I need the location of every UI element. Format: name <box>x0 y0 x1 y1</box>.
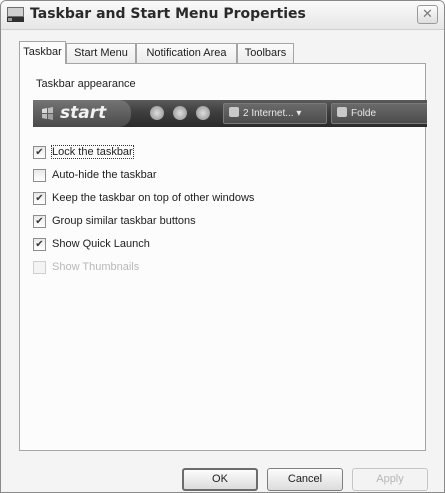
taskbar-appearance-label: Taskbar appearance <box>36 78 136 90</box>
folder-icon <box>337 107 347 117</box>
taskbar-app-icon <box>7 7 24 22</box>
taskbar-button-label: Folde <box>351 108 377 119</box>
taskbar-button-internet: 2 Internet... ▾ <box>223 103 327 124</box>
browser-icon <box>173 106 187 120</box>
window-title: Taskbar and Start Menu Properties <box>30 6 306 22</box>
windows-flag-icon <box>42 107 53 120</box>
option-label: Show Thumbnails <box>52 261 140 273</box>
show-thumbnails-checkbox <box>33 261 46 274</box>
tab-toolbars[interactable]: Toolbars <box>237 43 294 63</box>
option-label: Lock the taskbar <box>51 145 134 159</box>
close-icon: ✕ <box>422 7 433 22</box>
ie-icon <box>229 107 239 117</box>
group-buttons-checkbox[interactable]: ✔ <box>33 215 46 228</box>
option-label: Auto-hide the taskbar <box>52 169 157 181</box>
option-label: Show Quick Launch <box>52 238 150 250</box>
taskbar-preview: start 2 Internet... ▾ Folde <box>33 100 427 127</box>
auto-hide-checkbox[interactable] <box>33 169 46 182</box>
taskbar-button-folder: Folde <box>331 103 427 124</box>
tab-notification-area[interactable]: Notification Area <box>136 43 237 63</box>
show-desktop-icon <box>150 106 164 120</box>
show-quick-launch-checkbox[interactable]: ✔ <box>33 238 46 251</box>
start-label: start <box>60 103 107 123</box>
tab-start-menu[interactable]: Start Menu <box>66 43 136 63</box>
properties-dialog: Taskbar and Start Menu Properties ✕ Task… <box>0 0 445 493</box>
media-icon <box>196 106 210 120</box>
title-bar[interactable]: Taskbar and Start Menu Properties ✕ <box>1 1 444 30</box>
apply-button: Apply <box>352 468 428 491</box>
start-button-preview: start <box>33 100 131 127</box>
lock-taskbar-checkbox[interactable]: ✔ <box>33 146 46 159</box>
taskbar-button-label: 2 Internet... <box>243 108 294 119</box>
tab-taskbar[interactable]: Taskbar <box>19 41 66 64</box>
taskbar-tab-panel: Taskbar appearance start 2 Internet... ▾… <box>19 63 427 451</box>
keep-on-top-checkbox[interactable]: ✔ <box>33 192 46 205</box>
dropdown-arrow-icon: ▾ <box>293 108 302 119</box>
option-label: Keep the taskbar on top of other windows <box>52 192 255 204</box>
ok-button[interactable]: OK <box>182 468 258 491</box>
close-button[interactable]: ✕ <box>417 5 438 24</box>
option-label: Group similar taskbar buttons <box>52 215 196 227</box>
cancel-button[interactable]: Cancel <box>267 468 343 491</box>
